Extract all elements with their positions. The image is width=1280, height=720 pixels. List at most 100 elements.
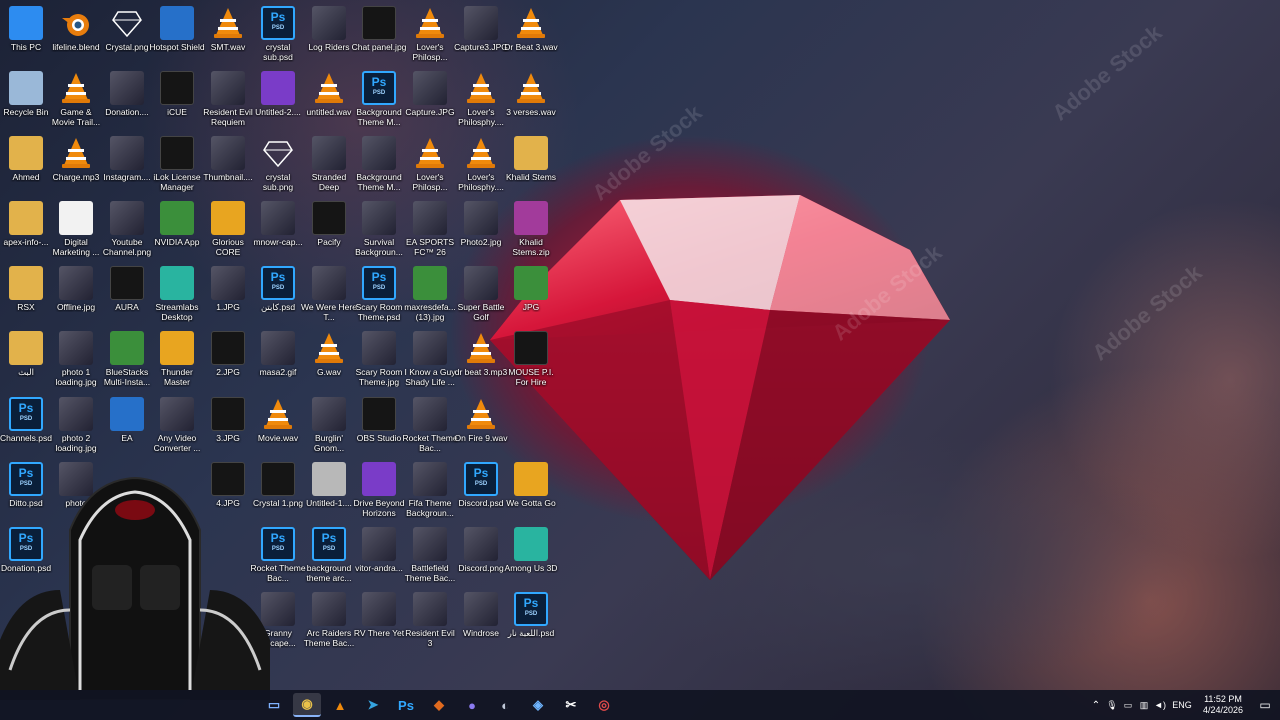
desktop-icon[interactable]: Youtube Channel.png (101, 201, 153, 257)
volume-icon[interactable]: ◄) (1152, 700, 1168, 710)
desktop-icon[interactable]: Glorious CORE (202, 201, 254, 257)
clock[interactable]: 11:52 PM 4/24/2026 (1196, 694, 1250, 716)
desktop-icon[interactable]: Khalid Stems.zip (505, 201, 557, 257)
vlc-icon[interactable]: ▲ (326, 693, 354, 717)
desktop-icon[interactable]: 3.JPG (202, 397, 254, 443)
desktop-icon[interactable]: البث (0, 331, 52, 377)
file-explorer-icon[interactable]: ▭ (260, 693, 288, 717)
desktop-icon[interactable]: RSX (0, 266, 52, 312)
desktop-icon[interactable]: This PC (0, 6, 52, 52)
desktop-icon[interactable]: Super Battle Golf (455, 266, 507, 322)
desktop-icon[interactable]: Ps PSD background theme arc... (303, 527, 355, 583)
desktop-icon[interactable]: Game & Movie Trail... (50, 71, 102, 127)
telegram-icon[interactable]: ➤ (359, 693, 387, 717)
desktop-icon[interactable]: Khalid Stems (505, 136, 557, 182)
desktop-icon[interactable]: G.wav (303, 331, 355, 377)
desktop-icon[interactable]: Hotspot Shield (149, 6, 205, 52)
desktop-icon[interactable]: Crystal.png (101, 6, 153, 52)
desktop-icon[interactable]: Movie.wav (252, 397, 304, 443)
desktop-icon[interactable]: Any Video Converter ... (151, 397, 203, 453)
desktop-icon[interactable]: Digital Marketing ... (50, 201, 102, 257)
desktop-icon[interactable]: Pacify (303, 201, 355, 247)
desktop-icon[interactable]: Thumbnail.... (202, 136, 254, 182)
desktop-icon[interactable]: dr beat 3.mp3 (455, 331, 507, 377)
desktop-icon[interactable]: Rocket Theme Bac... (402, 397, 458, 453)
capcut-icon[interactable]: ✂ (557, 693, 585, 717)
desktop-icon[interactable]: iLok License Manager (151, 136, 203, 192)
desktop-icon[interactable]: maxresdefa... (13).jpg (404, 266, 456, 322)
desktop-icon[interactable]: vitor-andra... (353, 527, 405, 573)
desktop-icon[interactable]: We Gotta Go (505, 462, 557, 508)
desktop-icon[interactable]: Thunder Master (151, 331, 203, 387)
desktop-icon[interactable]: 2.JPG (202, 331, 254, 377)
desktop-icon[interactable]: Ps PSD Discord.psd (455, 462, 507, 508)
photoshop-icon[interactable]: Ps (392, 693, 420, 717)
desktop-icon[interactable]: Ps PSD crystal sub.psd (252, 6, 304, 62)
network-icon[interactable]: ▥ (1136, 700, 1152, 711)
desktop-icon[interactable]: Log Riders (303, 6, 355, 52)
desktop-icon[interactable]: Charge.mp3 (50, 136, 102, 182)
desktop-icon[interactable]: Drive Beyond Horizons (353, 462, 405, 518)
desktop-icon[interactable]: Ahmed (0, 136, 52, 182)
desktop-icon[interactable]: Ps PSD Channels.psd (0, 397, 52, 443)
desktop-icon[interactable]: lifeline.blend (50, 6, 102, 52)
shield-icon[interactable]: ◆ (425, 693, 453, 717)
vpn-icon[interactable]: ◈ (524, 693, 552, 717)
chevron-up-icon[interactable]: ⌃ (1088, 700, 1104, 711)
desktop-icon[interactable]: Background Theme M... (353, 136, 405, 192)
desktop-icon[interactable]: Lover's Philosphy.... (455, 136, 507, 192)
desktop-icon[interactable]: masa2.gif (252, 331, 304, 377)
desktop-icon[interactable]: untitled.wav (303, 71, 355, 117)
network-icon[interactable]: ▭ (1120, 700, 1136, 711)
discord-icon[interactable]: ● (458, 693, 486, 717)
desktop-icon[interactable]: iCUE (151, 71, 203, 117)
desktop-icon[interactable]: Burglin' Gnom... (303, 397, 355, 453)
desktop-icon[interactable]: We Were Here T... (301, 266, 357, 322)
desktop-icon[interactable]: Lover's Philosp... (404, 6, 456, 62)
desktop-icon[interactable]: Discord.png (455, 527, 507, 573)
desktop-icon[interactable]: Battlefield Theme Bac... (404, 527, 456, 583)
desktop-icon[interactable]: Recycle Bin (0, 71, 52, 117)
desktop-icon[interactable]: Resident Evil Requiem (202, 71, 254, 127)
desktop-icon[interactable]: Offline.jpg (50, 266, 102, 312)
desktop-icon[interactable]: On Fire 9.wav (455, 397, 507, 443)
notification-icon[interactable]: ▭ (1250, 698, 1280, 712)
desktop-icon[interactable]: Ps PSD اللعبة نار.psd (505, 592, 557, 638)
desktop-icon[interactable]: Photo2.jpg (455, 201, 507, 247)
desktop-icon[interactable]: photo 1 loading.jpg (50, 331, 102, 387)
desktop-icon[interactable]: Capture3.JPG (454, 6, 508, 52)
desktop-icon[interactable]: EA SPORTS FC™ 26 (404, 201, 456, 257)
desktop-icon[interactable]: Resident Evil 3 (404, 592, 456, 648)
desktop-icon[interactable]: Among Us 3D (505, 527, 557, 573)
desktop-icon[interactable]: BlueStacks Multi-Insta... (101, 331, 153, 387)
desktop-icon[interactable]: Streamlabs Desktop (151, 266, 203, 322)
desktop-icon[interactable]: Instagram.... (101, 136, 153, 182)
desktop-icon[interactable]: Dr Beat 3.wav (504, 6, 558, 52)
desktop-icon[interactable]: Arc Raiders Theme Bac... (303, 592, 355, 648)
desktop-icon[interactable]: AURA (101, 266, 153, 312)
desktop-icon[interactable]: 3 verses.wav (505, 71, 557, 117)
recorder-icon[interactable]: ◎ (590, 693, 618, 717)
microphone-icon[interactable]: 🎙 (1104, 700, 1120, 711)
desktop-icon[interactable]: Scary Room Theme.jpg (353, 331, 405, 387)
desktop-icon[interactable]: Fifa Theme Backgroun... (404, 462, 456, 518)
desktop-icon[interactable]: SMT.wav (202, 6, 254, 52)
desktop-icon[interactable]: Lover's Philosp... (404, 136, 456, 192)
steam-icon[interactable]: ◐ (491, 693, 519, 717)
desktop-icon[interactable]: 1.JPG (202, 266, 254, 312)
desktop-icon[interactable]: JPG (505, 266, 557, 312)
desktop-icon[interactable]: Ps PSD كابتن.psd (252, 266, 304, 312)
desktop-icon[interactable]: Lover's Philosphy.... (455, 71, 507, 127)
desktop-icon[interactable]: Ps PSD Scary Room Theme.psd (353, 266, 405, 322)
desktop-icon[interactable]: Stranded Deep (303, 136, 355, 192)
desktop-icon[interactable]: Survival Backgroun... (353, 201, 405, 257)
desktop-icon[interactable]: Ps PSD Background Theme M... (353, 71, 405, 127)
desktop-icon[interactable]: Untitled-2.... (252, 71, 304, 117)
desktop-icon[interactable]: crystal sub.png (252, 136, 304, 192)
desktop-icon[interactable]: Windrose (455, 592, 507, 638)
desktop-icon[interactable]: RV There Yet (353, 592, 405, 638)
desktop-icon[interactable]: mnowr-cap... (252, 201, 304, 247)
desktop-icon[interactable]: I Know a Guy Shady Life ... (404, 331, 456, 387)
desktop-icon[interactable]: NVIDIA App (151, 201, 203, 247)
desktop-icon[interactable]: Donation.... (101, 71, 153, 117)
